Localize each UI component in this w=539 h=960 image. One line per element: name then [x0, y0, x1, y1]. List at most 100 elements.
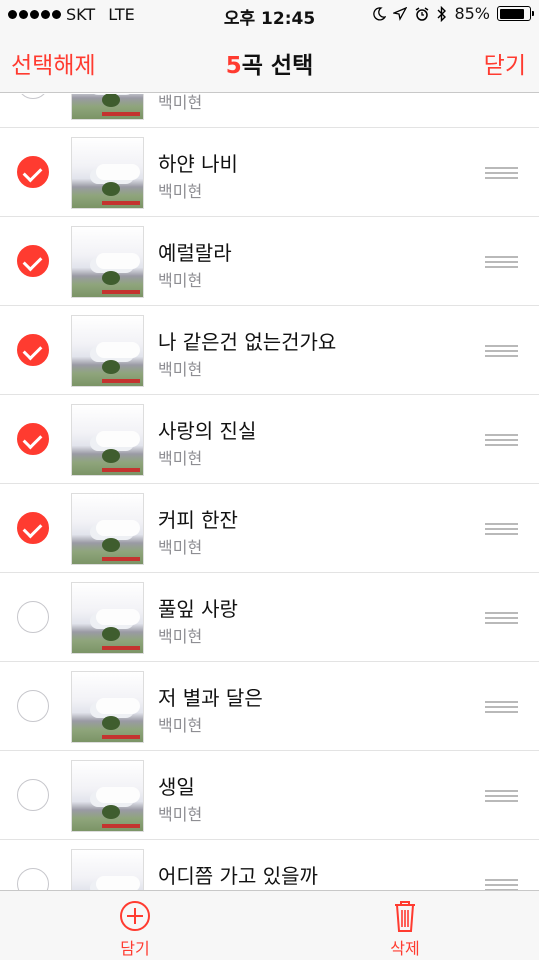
album-art-band	[102, 824, 140, 828]
song-artist: 백미현	[158, 538, 203, 557]
reorder-handle-icon[interactable]	[485, 701, 518, 713]
select-checkbox[interactable]	[17, 423, 49, 455]
status-bar: SKT LTE 오후 12:45 85%	[0, 0, 539, 30]
moon-icon	[373, 6, 387, 21]
song-title: 사랑의 진실	[158, 419, 257, 443]
song-title: 하얀 나비	[158, 152, 238, 176]
album-art	[71, 315, 144, 387]
album-art	[71, 671, 144, 743]
song-title: 커피 한잔	[158, 508, 238, 532]
song-row[interactable]: 예럴랄라백미현	[0, 217, 539, 306]
reorder-handle-icon[interactable]	[485, 523, 518, 535]
song-row[interactable]: 백미현	[0, 94, 539, 128]
delete-button[interactable]: 삭제	[355, 899, 455, 959]
reorder-handle-icon[interactable]	[485, 612, 518, 624]
song-row[interactable]: 나 같은건 없는건가요백미현	[0, 306, 539, 395]
album-art	[71, 493, 144, 565]
album-art-band	[102, 557, 140, 561]
album-art-tree	[102, 360, 120, 374]
album-art-cloud	[96, 253, 140, 269]
location-arrow-icon	[393, 6, 408, 21]
album-art-cloud	[96, 609, 140, 625]
song-artist: 백미현	[158, 360, 203, 379]
album-art-band	[102, 112, 140, 116]
select-checkbox[interactable]	[17, 779, 49, 811]
select-checkbox[interactable]	[17, 512, 49, 544]
album-art-tree	[102, 716, 120, 730]
bottom-toolbar: 담기 삭제	[0, 890, 539, 960]
close-button[interactable]: 닫기	[484, 46, 526, 80]
album-art-cloud	[96, 876, 140, 890]
song-artist: 백미현	[158, 182, 203, 201]
reorder-handle-icon[interactable]	[485, 345, 518, 357]
song-artist: 백미현	[158, 627, 203, 646]
select-checkbox[interactable]	[17, 601, 49, 633]
album-art-tree	[102, 94, 120, 107]
select-checkbox[interactable]	[17, 156, 49, 188]
album-art-tree	[102, 627, 120, 641]
add-to-playlist-button[interactable]: 담기	[85, 899, 185, 959]
album-art-tree	[102, 449, 120, 463]
select-checkbox[interactable]	[17, 94, 49, 99]
song-row[interactable]: 하얀 나비백미현	[0, 128, 539, 217]
plus-circle-icon	[120, 901, 150, 931]
page-title: 5곡 선택	[0, 46, 539, 80]
reorder-handle-icon[interactable]	[485, 167, 518, 179]
reorder-handle-icon[interactable]	[485, 790, 518, 802]
select-checkbox[interactable]	[17, 334, 49, 366]
select-checkbox[interactable]	[17, 245, 49, 277]
song-title: 풀잎 사랑	[158, 597, 238, 621]
album-art	[71, 94, 144, 120]
alarm-icon	[416, 6, 429, 21]
song-title: 나 같은건 없는건가요	[158, 330, 337, 354]
album-art	[71, 404, 144, 476]
album-art-band	[102, 290, 140, 294]
album-art-band	[102, 735, 140, 739]
album-art	[71, 137, 144, 209]
album-art-cloud	[96, 164, 140, 180]
battery-icon	[497, 6, 534, 21]
song-title: 저 별과 달은	[158, 686, 263, 710]
select-checkbox[interactable]	[17, 690, 49, 722]
delete-label: 삭제	[390, 939, 420, 958]
album-art-band	[102, 468, 140, 472]
album-art-cloud	[96, 787, 140, 803]
checkmark-icon	[22, 518, 43, 539]
song-row[interactable]: 저 별과 달은 백미현	[0, 662, 539, 751]
add-label: 담기	[120, 939, 150, 958]
album-art-tree	[102, 805, 120, 819]
album-art	[71, 226, 144, 298]
song-row[interactable]: 사랑의 진실백미현	[0, 395, 539, 484]
album-art-cloud	[96, 342, 140, 358]
reorder-handle-icon[interactable]	[485, 434, 518, 446]
battery-percent: 85%	[454, 4, 490, 23]
song-artist: 백미현	[158, 271, 203, 290]
checkmark-icon	[22, 162, 43, 183]
reorder-handle-icon[interactable]	[485, 879, 518, 890]
song-rows: 백미현 하얀 나비 백미현 예럴랄라 백미현 나 같은건 없는건가요 백미현 사랑의 진실 백미…	[0, 94, 539, 890]
song-row[interactable]: 생일백미현	[0, 751, 539, 840]
album-art-band	[102, 646, 140, 650]
song-row[interactable]: 풀잎 사랑백미현	[0, 573, 539, 662]
song-artist: 백미현	[158, 449, 203, 468]
song-row[interactable]: 어디쯤 가고 있을까	[0, 840, 539, 890]
album-art	[71, 582, 144, 654]
select-checkbox[interactable]	[17, 868, 49, 890]
song-title: 생일	[158, 775, 195, 799]
album-art-cloud	[96, 698, 140, 714]
album-art	[71, 849, 144, 890]
trash-icon	[395, 901, 415, 932]
bluetooth-icon	[437, 5, 447, 22]
album-art-cloud	[96, 431, 140, 447]
song-title: 예럴랄라	[158, 241, 232, 265]
status-right: 85%	[372, 4, 534, 23]
title-suffix: 곡 선택	[241, 53, 314, 79]
song-row[interactable]: 커피 한잔백미현	[0, 484, 539, 573]
album-art	[71, 760, 144, 832]
album-art-band	[102, 379, 140, 383]
reorder-handle-icon[interactable]	[485, 256, 518, 268]
song-artist: 백미현	[158, 805, 203, 824]
song-title: 어디쯤 가고 있을까	[158, 864, 318, 888]
song-list[interactable]: 백미현 하얀 나비 백미현 예럴랄라 백미현 나 같은건 없는건가요 백미현 사랑의 진실 백미…	[0, 94, 539, 890]
checkmark-icon	[22, 340, 43, 361]
